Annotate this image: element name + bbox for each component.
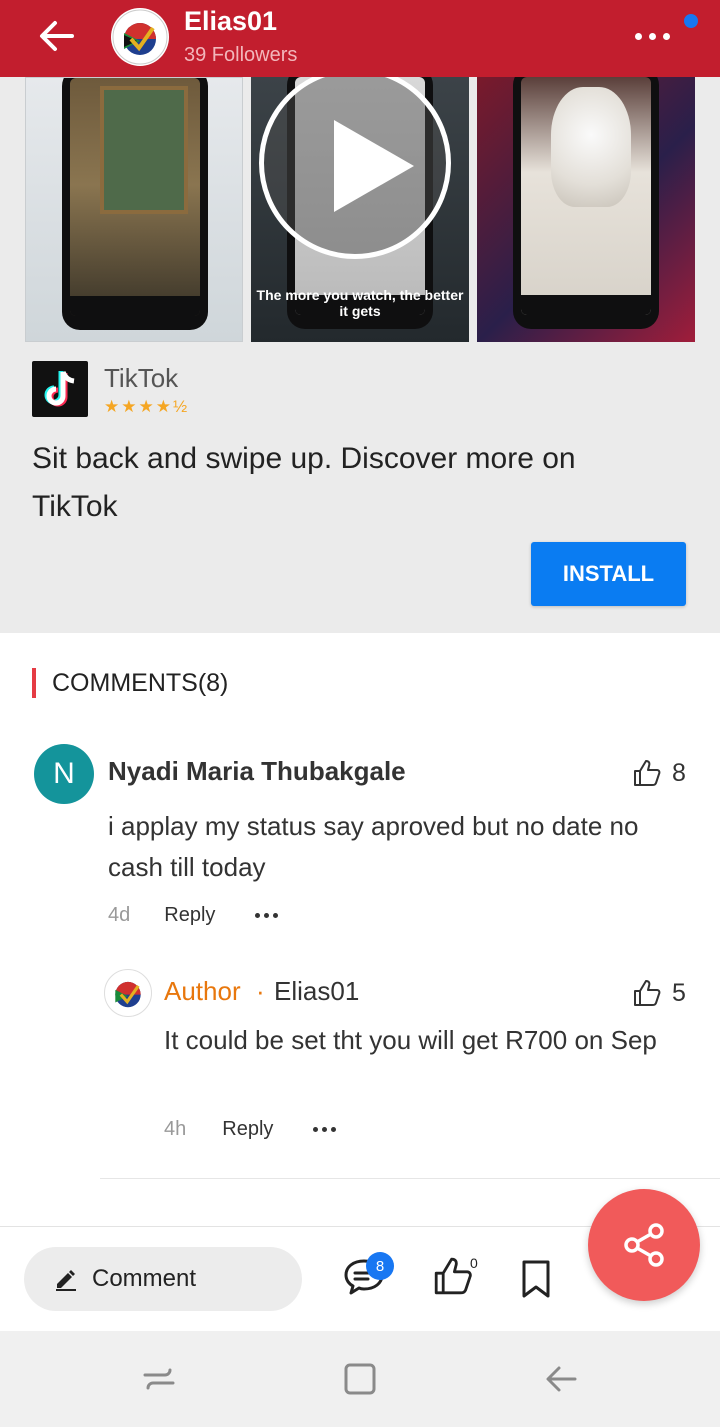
reply-button[interactable]: Reply — [164, 904, 215, 927]
ad-app-name: TikTok — [104, 363, 179, 393]
back-arrow-icon — [546, 1366, 577, 1392]
ad-screenshot-2[interactable]: The more you watch, the better it gets — [251, 77, 469, 342]
post-like-count: 0 — [470, 1255, 478, 1271]
comments-heading: COMMENTS(8) — [32, 668, 228, 698]
ad-screenshot-3[interactable] — [477, 77, 695, 342]
comment-count-badge: 8 — [366, 1252, 394, 1280]
sa-flag-logo-icon — [112, 9, 168, 65]
notification-dot — [684, 14, 698, 28]
share-button[interactable] — [588, 1189, 700, 1301]
comment-text: i applay my status say aproved but no da… — [108, 811, 639, 882]
rating-stars: ★★★★½ — [104, 397, 190, 416]
commenter-avatar[interactable]: N — [34, 744, 94, 804]
recent-apps-icon — [143, 1368, 175, 1390]
author-avatar[interactable] — [111, 8, 169, 66]
install-button[interactable]: INSTALL — [531, 542, 686, 606]
thumbs-up-icon — [634, 760, 661, 786]
author-tag: Author — [164, 976, 241, 1006]
ad-screenshot-1[interactable] — [25, 77, 243, 342]
like-post-button[interactable] — [432, 1255, 474, 1302]
reply-like-button[interactable]: 5 — [632, 978, 686, 1008]
comment-time: 4d — [108, 904, 131, 926]
reply-time: 4h — [164, 1118, 187, 1140]
reply-text: It could be set tht you will get R700 on… — [164, 1025, 657, 1055]
back-button[interactable] — [34, 16, 78, 56]
more-horizontal-icon — [634, 32, 642, 40]
author-name[interactable]: Elias01 — [184, 6, 277, 37]
reply-author-name[interactable]: Elias01 — [274, 976, 359, 1007]
share-icon — [624, 1223, 664, 1267]
reply-meta: 4h Reply — [164, 1118, 337, 1141]
recent-apps-button[interactable] — [139, 1359, 179, 1399]
thumbs-up-icon — [434, 1257, 472, 1295]
ad-screenshot-caption: The more you watch, the better it gets — [256, 287, 464, 319]
divider — [100, 1178, 720, 1179]
system-back-button[interactable] — [541, 1359, 581, 1399]
follower-count: 39 Followers — [184, 44, 298, 66]
comment-label: Comment — [92, 1265, 197, 1292]
comment-more-icon[interactable] — [255, 913, 279, 918]
reply-author-avatar[interactable] — [104, 969, 152, 1017]
thumbs-up-icon — [634, 980, 661, 1006]
app-header: Elias01 39 Followers — [0, 0, 720, 77]
system-navigation-bar — [0, 1331, 720, 1427]
sa-flag-logo-icon — [106, 971, 150, 1015]
reply-like-count: 5 — [672, 978, 686, 1007]
comment-meta: 4d Reply — [108, 904, 279, 927]
reply-reply-button[interactable]: Reply — [222, 1118, 273, 1141]
comment-like-button[interactable]: 8 — [632, 758, 686, 788]
bookmark-button[interactable] — [520, 1259, 552, 1304]
home-square-icon — [344, 1363, 376, 1395]
tiktok-logo-icon[interactable] — [32, 361, 88, 417]
bookmark-icon — [522, 1260, 550, 1298]
commenter-name[interactable]: Nyadi Maria Thubakgale — [108, 756, 406, 787]
tiktok-ad[interactable]: The more you watch, the better it gets T… — [0, 77, 720, 633]
pencil-icon — [56, 1270, 76, 1291]
arrow-left-icon — [40, 21, 74, 51]
more-options-button[interactable] — [628, 20, 676, 52]
home-button[interactable] — [340, 1359, 380, 1399]
write-comment-button[interactable]: Comment — [24, 1247, 302, 1311]
comment-like-count: 8 — [672, 758, 686, 787]
ad-headline: Sit back and swipe up. Discover more on … — [32, 442, 576, 523]
reply-more-icon[interactable] — [313, 1127, 337, 1132]
author-separator: · — [256, 976, 265, 1006]
